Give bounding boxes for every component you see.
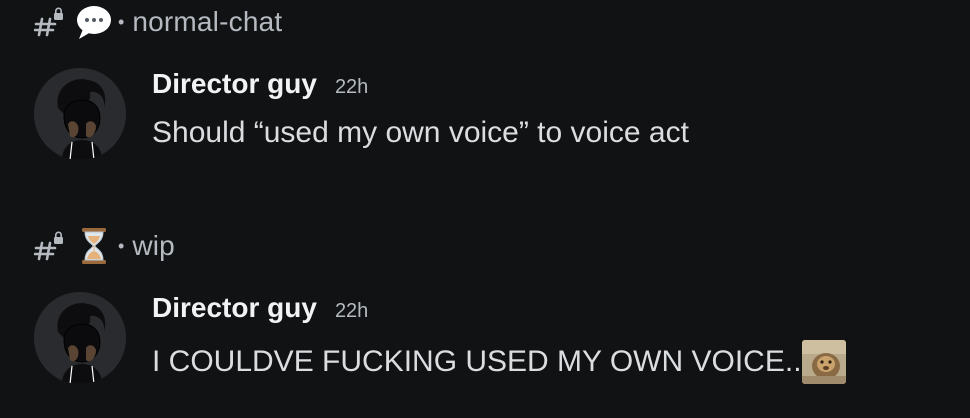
reaction-image-emoji[interactable]: [801, 340, 846, 384]
username[interactable]: Director guy: [152, 68, 317, 100]
separator-dot: •: [118, 236, 125, 256]
message-content: Should “used my own voice” to voice act: [152, 116, 689, 150]
timestamp: 22h: [334, 76, 369, 98]
message-content: I COULDVE FUCKING USED MY OWN VOICE..: [152, 340, 846, 384]
message-text: Should “used my own voice” to voice act: [152, 116, 689, 149]
timestamp: 22h: [334, 300, 369, 322]
locked-text-channel-icon: [34, 7, 68, 37]
message[interactable]: Director guy 22h I COULDVE FUCKING USED …: [0, 288, 970, 388]
speech-bubble-icon: [72, 2, 116, 42]
message-header: Director guy 22h: [152, 292, 368, 324]
channel-header[interactable]: • wip: [34, 224, 175, 268]
username[interactable]: Director guy: [152, 292, 317, 324]
channel-name[interactable]: normal-chat: [132, 6, 282, 38]
separator-dot: •: [118, 12, 125, 32]
avatar[interactable]: [34, 68, 126, 160]
channel-name[interactable]: wip: [132, 230, 175, 262]
message-text: I COULDVE FUCKING USED MY OWN VOICE..: [152, 345, 802, 378]
channel-header[interactable]: • normal-chat: [34, 0, 282, 44]
message[interactable]: Director guy 22h Should “used my own voi…: [0, 64, 970, 164]
hourglass-icon: [72, 226, 116, 266]
avatar[interactable]: [34, 292, 126, 384]
message-header: Director guy 22h: [152, 68, 368, 100]
locked-text-channel-icon: [34, 231, 68, 261]
